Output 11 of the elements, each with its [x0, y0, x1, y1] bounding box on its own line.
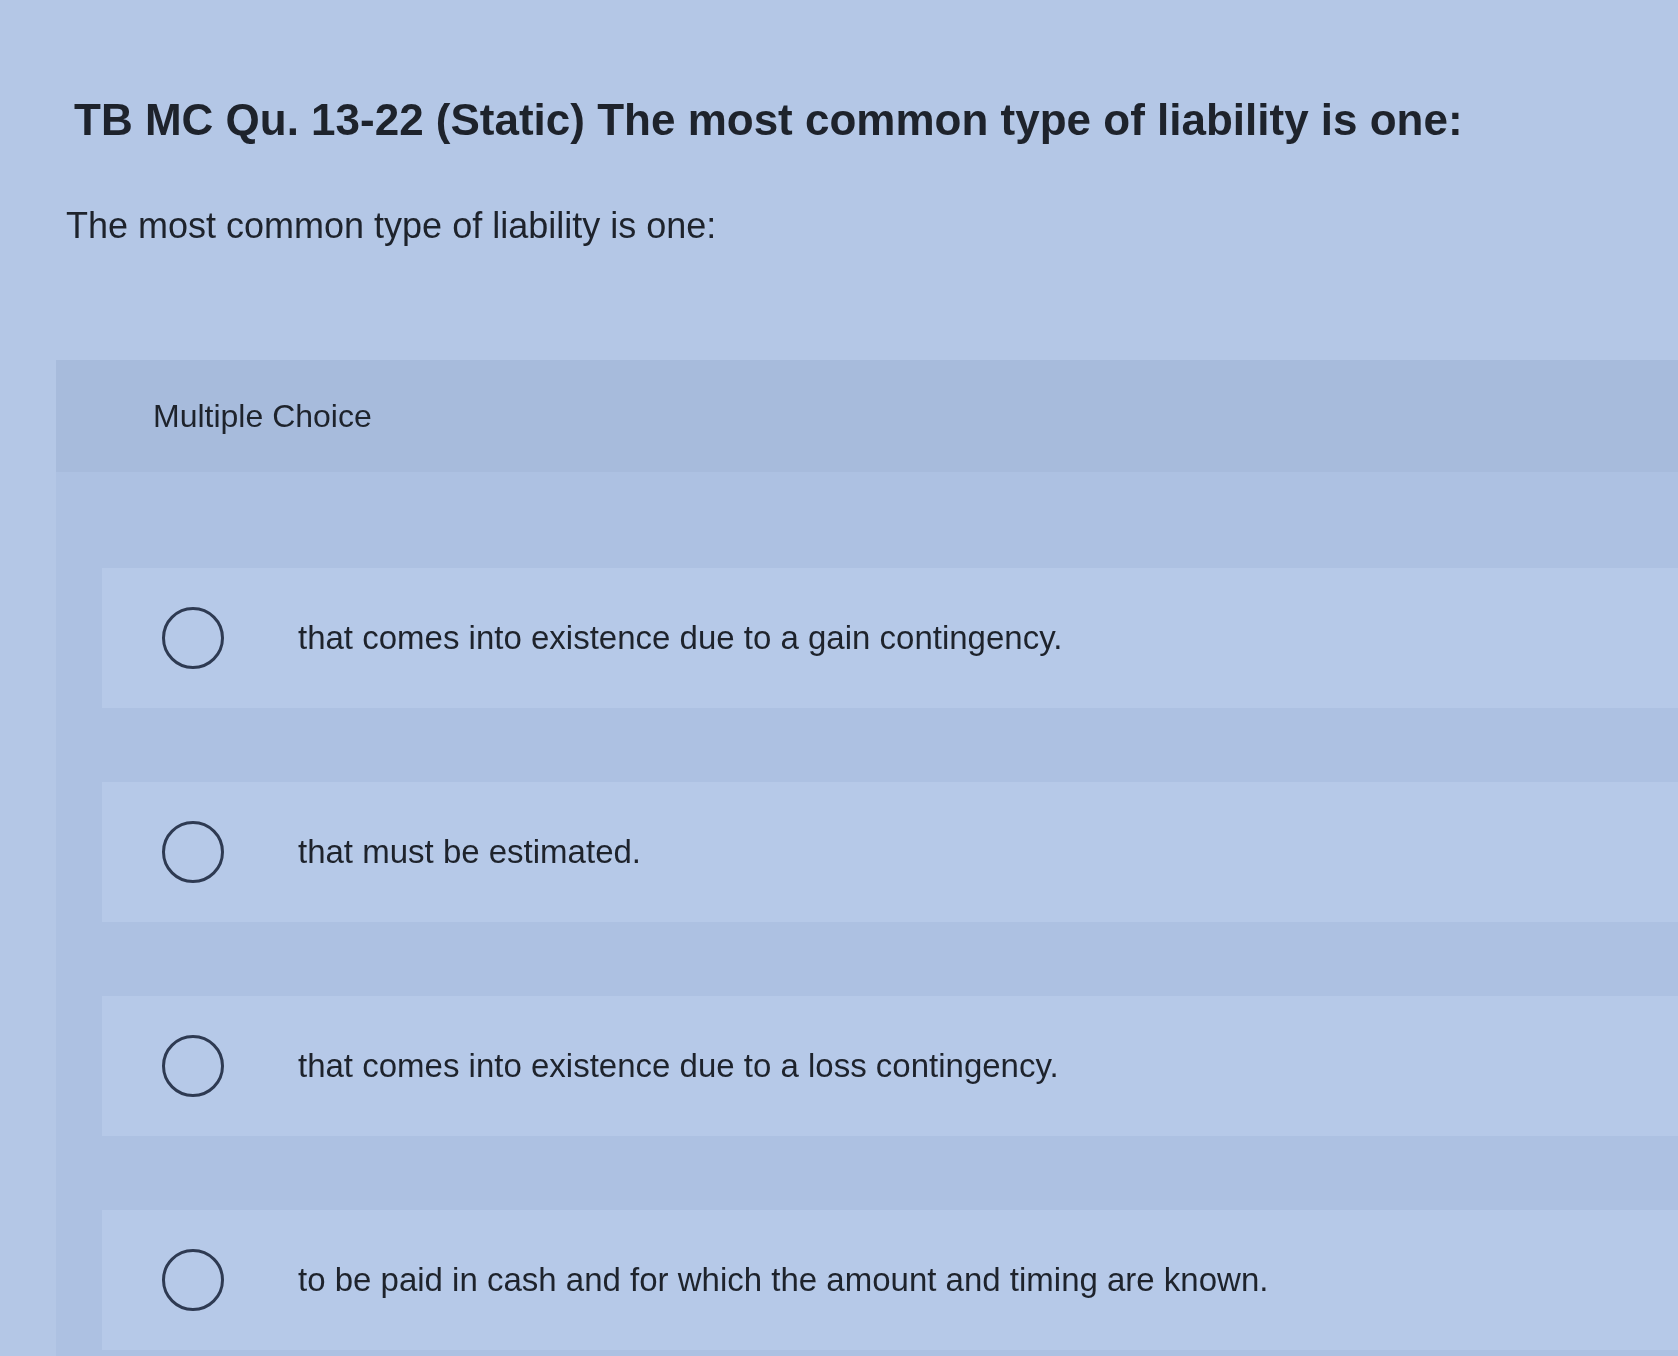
radio-button[interactable]: [162, 821, 224, 883]
question-text: The most common type of liability is one:: [66, 204, 717, 248]
panel-label: Multiple Choice: [153, 397, 372, 436]
answer-option[interactable]: that comes into existence due to a gain contingency.: [102, 568, 1678, 708]
answer-option[interactable]: that must be estimated.: [102, 782, 1678, 922]
radio-button[interactable]: [162, 1249, 224, 1311]
radio-button[interactable]: [162, 1035, 224, 1097]
answer-option[interactable]: to be paid in cash and for which the amount and timing are known.: [102, 1210, 1678, 1350]
question-title: TB MC Qu. 13-22 (Static) The most common type of liability is one:: [74, 94, 1463, 146]
answer-option[interactable]: that comes into existence due to a loss contingency.: [102, 996, 1678, 1136]
radio-button[interactable]: [162, 607, 224, 669]
